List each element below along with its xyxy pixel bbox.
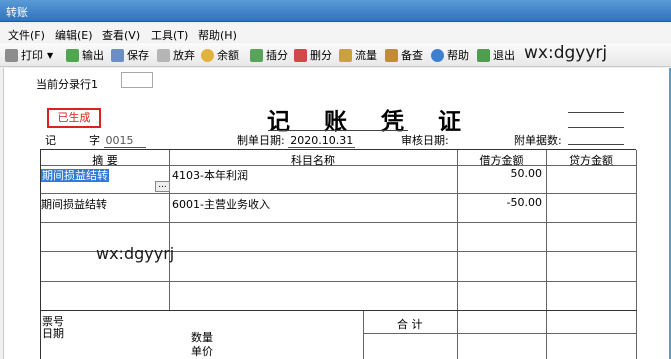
export-icon	[66, 48, 79, 62]
voucher-type: 记	[45, 134, 56, 147]
print-button[interactable]: 打印 ▼	[5, 47, 53, 63]
discard-label: 放弃	[173, 49, 195, 62]
export-button[interactable]: 输出	[66, 47, 104, 63]
insert-row-icon	[250, 48, 263, 62]
generated-stamp: 已生成	[47, 108, 101, 128]
date-label: 制单日期:	[237, 134, 285, 147]
grid-hline	[41, 222, 637, 223]
current-row-input[interactable]	[121, 72, 153, 88]
print-label: 打印	[21, 49, 43, 62]
save-label: 保存	[127, 49, 149, 62]
save-icon	[111, 48, 124, 62]
row1-account[interactable]: 4103-本年利润	[172, 167, 248, 183]
delete-label: 删分	[310, 49, 332, 62]
summary-lookup-button[interactable]: ...	[155, 181, 170, 192]
header-account: 科目名称	[291, 154, 335, 167]
grid-vline	[169, 150, 170, 310]
dropdown-arrow-icon[interactable]: ▼	[47, 51, 53, 60]
row1-summary-cell[interactable]: 期间损益结转	[41, 167, 109, 183]
grid-vline	[363, 310, 364, 359]
menu-tools[interactable]: 工具(T)	[151, 27, 188, 43]
header-debit: 借方金额	[479, 154, 524, 167]
row1-debit[interactable]: 50.00	[457, 167, 543, 180]
note-label: 备查	[401, 49, 423, 62]
flow-label: 流量	[355, 49, 377, 62]
voucher-number: 0015	[103, 134, 146, 148]
discard-icon	[157, 48, 170, 62]
printer-icon	[5, 48, 18, 62]
grid-vline	[546, 150, 547, 359]
cash-flow-button[interactable]: 流量	[339, 47, 377, 63]
date-field[interactable]: 制单日期: 2020.10.31	[237, 132, 356, 148]
voucher-type-field[interactable]: 记	[45, 132, 56, 148]
delete-row-icon	[294, 48, 307, 62]
audit-date-label: 审核日期:	[401, 134, 449, 147]
help-icon	[431, 48, 444, 62]
discard-button[interactable]: 放弃	[157, 47, 195, 63]
coins-icon	[201, 48, 214, 62]
voucher-number-label: 字	[89, 134, 100, 147]
menu-view[interactable]: 查看(V)	[102, 27, 140, 43]
corner-line	[568, 112, 624, 113]
cash-flow-icon	[339, 48, 352, 62]
note-icon	[385, 48, 398, 62]
entry-grid: 摘 要 科目名称 借方金额 贷方金额 期间损益结转 ... 4103-本年利润 …	[40, 149, 637, 359]
attachment-count-field[interactable]	[568, 144, 624, 145]
row1-summary: 期间损益结转	[41, 169, 109, 182]
grid-vline	[457, 150, 458, 359]
grid-hline	[363, 333, 637, 334]
grid-vline	[636, 150, 637, 359]
help-button[interactable]: 帮助	[431, 47, 469, 63]
delete-row-button[interactable]: 删分	[294, 47, 332, 63]
export-label: 输出	[82, 49, 104, 62]
ticket-date-label: 日期	[42, 327, 64, 340]
voucher-number-field[interactable]: 字 0015	[89, 132, 146, 148]
balance-label: 余额	[217, 49, 239, 62]
total-label: 合 计	[397, 318, 423, 331]
date-value: 2020.10.31	[288, 134, 356, 148]
help-label: 帮助	[447, 49, 469, 62]
exit-icon	[477, 48, 490, 62]
voucher-panel: 当前分录行1 已生成 记 账 凭 证 记 字 0015 制单日期: 2020.1…	[3, 68, 669, 359]
window-title: 转账	[6, 6, 28, 19]
unit-price-label: 单价	[191, 345, 213, 358]
grid-hline	[41, 193, 637, 194]
current-row-label: 当前分录行1	[36, 78, 98, 91]
corner-line	[568, 127, 624, 128]
title-underline	[268, 130, 408, 131]
menu-help[interactable]: 帮助(H)	[198, 27, 237, 43]
watermark-text: wx:dgyyrj	[96, 244, 175, 263]
balance-button[interactable]: 余额	[201, 47, 239, 63]
voucher: 已生成 记 账 凭 证 记 字 0015 制单日期: 2020.10.31 审核…	[32, 96, 638, 359]
header-summary: 摘 要	[92, 154, 118, 167]
note-button[interactable]: 备查	[385, 47, 423, 63]
insert-label: 插分	[266, 49, 288, 62]
exit-button[interactable]: 退出	[477, 47, 515, 63]
insert-row-button[interactable]: 插分	[250, 47, 288, 63]
grid-hline	[41, 281, 637, 282]
row2-summary[interactable]: 期间损益结转	[41, 196, 107, 212]
window-titlebar: 转账	[0, 0, 671, 22]
menu-file[interactable]: 文件(F)	[8, 27, 45, 43]
grid-hline	[41, 310, 637, 311]
row2-debit[interactable]: -50.00	[457, 196, 542, 209]
watermark-text: wx:dgyyrj	[524, 43, 608, 63]
header-credit: 贷方金额	[569, 154, 613, 167]
menu-bar: 文件(F) 编辑(E) 查看(V) 工具(T) 帮助(H)	[0, 24, 671, 42]
exit-label: 退出	[493, 49, 515, 62]
menu-edit[interactable]: 编辑(E)	[55, 27, 93, 43]
attachment-count-label: 附单据数:	[514, 134, 562, 147]
save-button[interactable]: 保存	[111, 47, 149, 63]
row2-account[interactable]: 6001-主营业务收入	[172, 196, 270, 212]
